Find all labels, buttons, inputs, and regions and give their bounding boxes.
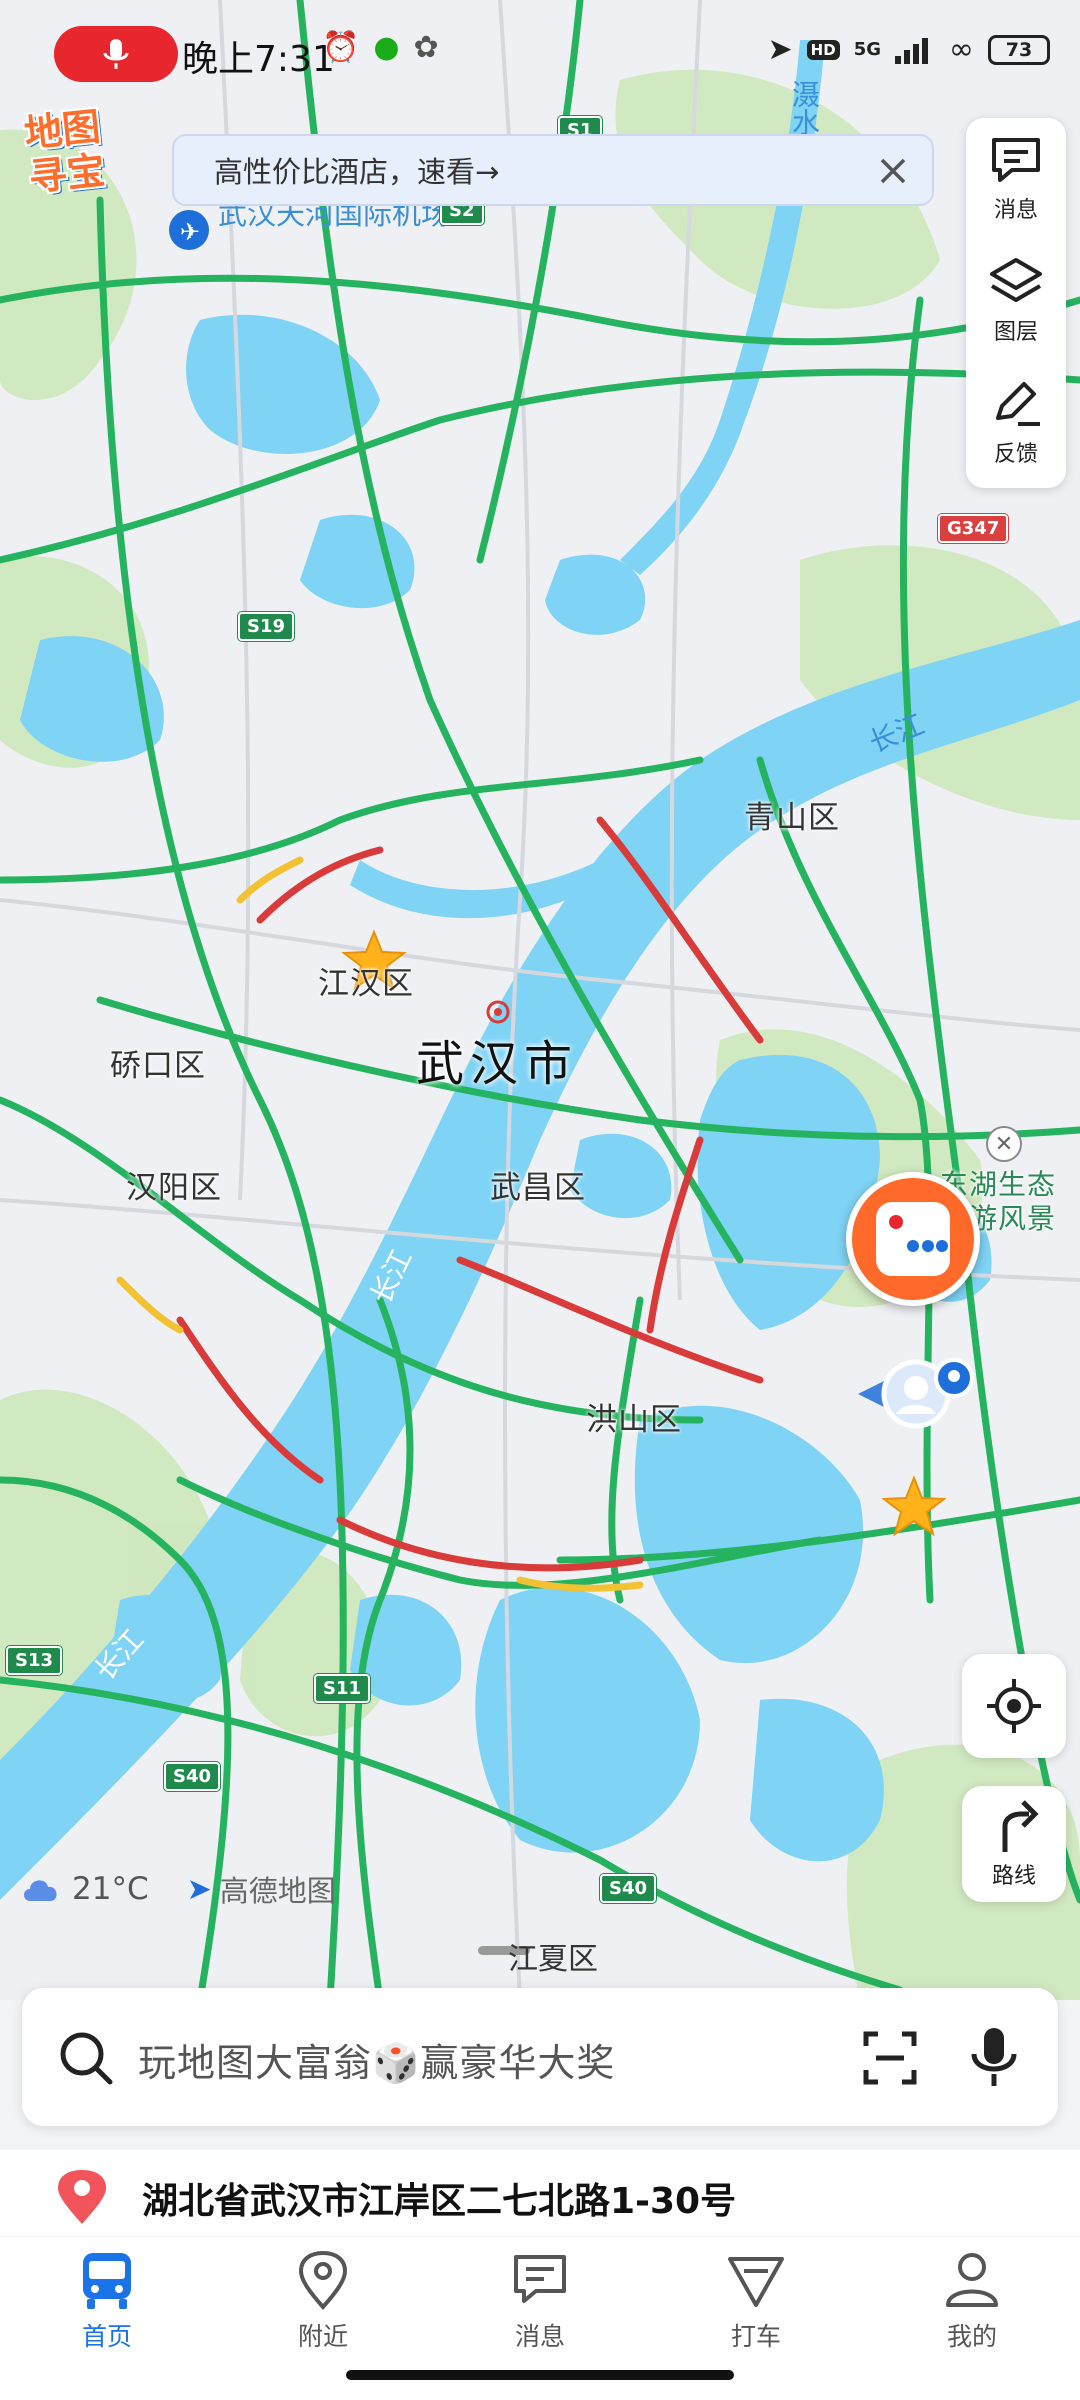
status-bar: 晚上7:31 ⏰ ● ✿ ➤ HD 5G ∞ 73 (0, 0, 1080, 100)
message-icon (514, 2255, 566, 2303)
side-button-layers[interactable]: 图层 (966, 240, 1066, 362)
route-button[interactable]: 路线 (962, 1786, 1066, 1902)
taxi-icon (728, 2257, 784, 2307)
district-qiaokou[interactable]: 硚口区 (110, 1040, 206, 1085)
district-qingshan[interactable]: 青山区 (744, 792, 840, 837)
route-arrow-icon (1002, 1800, 1039, 1852)
map-provider: 高德地图 (219, 1874, 336, 1908)
battery-indicator: 73 (988, 34, 1050, 65)
district-hongshan[interactable]: 洪山区 (586, 1394, 682, 1439)
map-canvas[interactable]: ✈ 武汉天河国际机场 武汉市 青山区 江汉区 硚口区 汉阳区 武昌区 洪山区 东… (0, 0, 1080, 2000)
map-side-panel: 消息 图层 反馈 (966, 118, 1066, 488)
notification-icons: ⏰ ● ✿ (322, 30, 439, 65)
side-button-label: 消息 (993, 198, 1038, 223)
tab-profile[interactable]: 我的 (912, 2249, 1032, 2369)
microphone-icon (103, 39, 129, 69)
treasure-map-logo[interactable]: 地图 寻宝 (9, 103, 120, 209)
app-notification-icon: ✿ (413, 30, 439, 65)
scan-icon[interactable] (862, 2030, 918, 2086)
user-location-marker[interactable] (858, 1354, 974, 1434)
map-base-layer: ✈ (0, 0, 1080, 2000)
message-icon (992, 138, 1040, 182)
system-status-icons: ➤ HD 5G ∞ 73 (768, 32, 1050, 67)
district-hanyang[interactable]: 汉阳区 (126, 1162, 222, 1207)
tab-label: 消息 (514, 2322, 565, 2351)
search-placeholder: 玩地图大富翁🎲赢豪华大奖 (138, 2041, 616, 2085)
bus-icon (83, 2253, 131, 2309)
city-label[interactable]: 武汉市 (416, 1024, 578, 1094)
tab-nearby[interactable]: 附近 (263, 2249, 383, 2369)
layers-icon (990, 258, 1042, 302)
amap-arrow-icon: ➤ (186, 1871, 212, 1907)
side-button-label: 图层 (993, 320, 1038, 345)
status-time: 晚上7:31 (182, 39, 335, 80)
temperature: 21°C (72, 1871, 149, 1907)
current-location-row[interactable]: 湖北省武汉市江岸区二七北路1-30号 (0, 2150, 1080, 2236)
promo-banner[interactable]: 高性价比酒店，速看→ (172, 134, 934, 206)
side-button-messages[interactable]: 消息 (966, 118, 1066, 240)
location-arrow-icon: ➤ (767, 32, 793, 67)
location-pin-icon (58, 2170, 106, 2224)
weather-widget[interactable]: 21°C ➤ 高德地图 (20, 1868, 336, 1910)
pin-icon (298, 2250, 348, 2311)
tab-label: 我的 (946, 2322, 997, 2351)
highway-shield: S19 (238, 612, 295, 641)
logo-line-2: 寻宝 (26, 148, 107, 200)
scenic-close-icon[interactable]: ✕ (986, 1126, 1022, 1162)
highway-shield: S13 (6, 1646, 63, 1675)
tab-label: 附近 (297, 2322, 348, 2351)
dice-icon (876, 1202, 950, 1276)
crosshair-icon (987, 1679, 1041, 1733)
current-address: 湖北省武汉市江岸区二七北路1-30号 (142, 2181, 737, 2222)
search-icon (60, 2032, 113, 2085)
tab-messages[interactable]: 消息 (480, 2249, 600, 2369)
amap-logo: ➤ 高德地图 (187, 1868, 336, 1910)
user-icon (946, 2253, 998, 2307)
search-bar[interactable]: 玩地图大富翁🎲赢豪华大奖 (22, 1988, 1058, 2126)
tab-home[interactable]: 首页 (47, 2249, 167, 2369)
district-jiangxia[interactable]: 江夏区 (508, 1934, 598, 1978)
signal-icon (895, 37, 928, 64)
tab-taxi[interactable]: 打车 (696, 2249, 816, 2369)
wechat-icon: ● (373, 30, 400, 65)
highway-shield: G347 (938, 514, 1009, 543)
close-icon[interactable] (874, 152, 912, 190)
cloud-icon (24, 1880, 57, 1901)
highway-shield: S40 (600, 1874, 657, 1903)
alarm-icon: ⏰ (322, 30, 360, 65)
hd-badge: HD (806, 39, 840, 60)
svg-text:✈: ✈ (180, 218, 200, 246)
highway-shield: S40 (164, 1762, 221, 1791)
voice-search-icon[interactable] (970, 2026, 1018, 2088)
district-wuchang[interactable]: 武昌区 (490, 1162, 586, 1207)
route-button-label: 路线 (991, 1864, 1036, 1889)
tab-label: 打车 (730, 2322, 781, 2351)
link-icon: ∞ (949, 32, 974, 67)
promo-text: 高性价比酒店，速看→ (214, 155, 500, 189)
highway-shield: S11 (314, 1674, 371, 1703)
side-button-feedback[interactable]: 反馈 (966, 362, 1066, 484)
feedback-icon (996, 382, 1040, 426)
tab-label: 首页 (81, 2322, 132, 2351)
network-type: 5G (853, 39, 881, 60)
locate-me-button[interactable] (962, 1654, 1066, 1758)
side-button-label: 反馈 (993, 442, 1038, 467)
home-indicator[interactable] (346, 2370, 734, 2380)
voice-recording-indicator[interactable] (54, 26, 178, 82)
dice-game-marker[interactable] (846, 1172, 980, 1306)
district-jianghan[interactable]: 江汉区 (318, 958, 414, 1003)
